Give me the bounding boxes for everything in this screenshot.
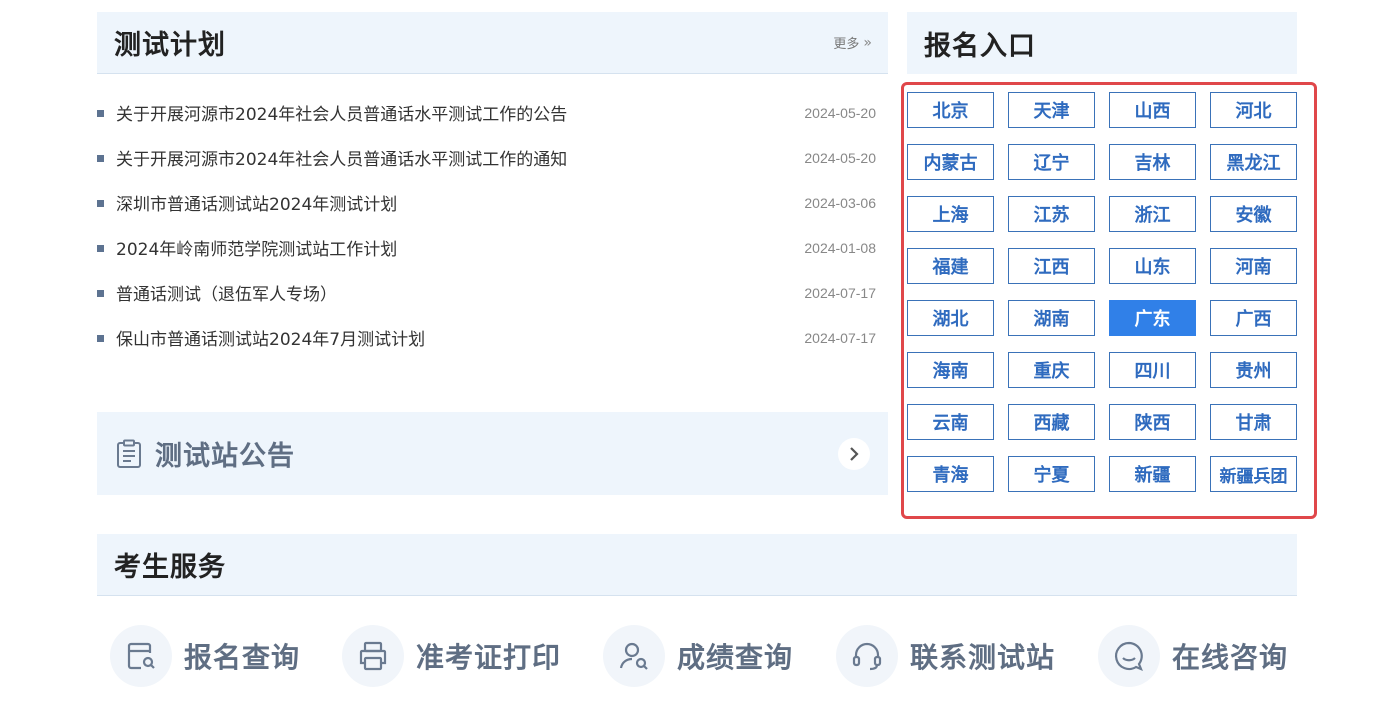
province-button[interactable]: 贵州 (1210, 352, 1297, 388)
news-item-main: 关于开展河源市2024年社会人员普通话水平测试工作的公告 (97, 100, 567, 125)
province-button[interactable]: 湖南 (1008, 300, 1095, 336)
news-title[interactable]: 关于开展河源市2024年社会人员普通话水平测试工作的公告 (116, 100, 567, 125)
test-plan-title: 测试计划 (114, 30, 226, 61)
more-link-label: 更多 (833, 37, 860, 52)
news-title[interactable]: 普通话测试（退伍军人专场） (116, 280, 337, 305)
news-title[interactable]: 2024年岭南师范学院测试站工作计划 (116, 235, 397, 260)
province-button[interactable]: 天津 (1008, 92, 1095, 128)
bullet-icon (97, 335, 104, 342)
clipboard-icon (117, 439, 141, 468)
announcement-title: 测试站公告 (155, 441, 295, 472)
double-chevron-right-icon: » (863, 34, 872, 51)
news-title[interactable]: 保山市普通话测试站2024年7月测试计划 (116, 325, 425, 350)
user-search-icon (603, 625, 665, 687)
province-button[interactable]: 云南 (907, 404, 994, 440)
chat-icon (1098, 625, 1160, 687)
bullet-icon (97, 155, 104, 162)
test-plan-panel: 测试计划 更多 » 关于开展河源市2024年社会人员普通话水平测试工作的公告 20… (97, 12, 888, 360)
province-button[interactable]: 湖北 (907, 300, 994, 336)
service-score-query[interactable]: 成绩查询 (603, 625, 793, 687)
province-button[interactable]: 山东 (1109, 248, 1196, 284)
news-item[interactable]: 保山市普通话测试站2024年7月测试计划 2024-07-17 (97, 315, 888, 360)
province-button[interactable]: 江西 (1008, 248, 1095, 284)
registration-header: 报名入口 (907, 12, 1297, 74)
chevron-right-icon (850, 447, 859, 461)
province-button[interactable]: 陕西 (1109, 404, 1196, 440)
province-button[interactable]: 青海 (907, 456, 994, 492)
service-label: 准考证打印 (416, 641, 562, 674)
province-button[interactable]: 内蒙古 (907, 144, 994, 180)
news-date: 2024-07-17 (804, 284, 876, 301)
province-button[interactable]: 吉林 (1109, 144, 1196, 180)
province-button[interactable]: 江苏 (1008, 196, 1095, 232)
registration-query-icon (110, 625, 172, 687)
province-button[interactable]: 宁夏 (1008, 456, 1095, 492)
province-button[interactable]: 北京 (907, 92, 994, 128)
province-grid: 北京 天津 山西 河北内蒙古 辽宁 吉林 黑龙江上海 江苏 浙江 安徽福建 江西 山东 河南湖北 湖南 广东… (907, 92, 1297, 492)
service-contact-station[interactable]: 联系测试站 (836, 625, 1055, 687)
headset-icon (836, 625, 898, 687)
news-item-main: 普通话测试（退伍军人专场） (97, 280, 337, 305)
news-item-main: 保山市普通话测试站2024年7月测试计划 (97, 325, 425, 350)
services-header: 考生服务 (97, 534, 1297, 596)
news-item[interactable]: 深圳市普通话测试站2024年测试计划 2024-03-06 (97, 180, 888, 225)
province-button[interactable]: 广东 (1109, 300, 1196, 336)
news-title[interactable]: 关于开展河源市2024年社会人员普通话水平测试工作的通知 (116, 145, 567, 170)
news-item-main: 关于开展河源市2024年社会人员普通话水平测试工作的通知 (97, 145, 567, 170)
bullet-icon (97, 200, 104, 207)
news-date: 2024-07-17 (804, 329, 876, 346)
bullet-icon (97, 245, 104, 252)
news-date: 2024-05-20 (804, 104, 876, 121)
printer-icon (342, 625, 404, 687)
province-button[interactable]: 甘肃 (1210, 404, 1297, 440)
province-button[interactable]: 浙江 (1109, 196, 1196, 232)
announcement-bar[interactable]: 测试站公告 (97, 412, 888, 495)
service-registration-query[interactable]: 报名查询 (110, 625, 300, 687)
service-admission-ticket-print[interactable]: 准考证打印 (342, 625, 561, 687)
services-title: 考生服务 (114, 552, 226, 583)
test-plan-header: 测试计划 更多 » (97, 12, 888, 74)
province-button[interactable]: 福建 (907, 248, 994, 284)
news-item-main: 2024年岭南师范学院测试站工作计划 (97, 235, 397, 260)
province-button[interactable]: 西藏 (1008, 404, 1095, 440)
service-online-consult[interactable]: 在线咨询 (1098, 625, 1288, 687)
test-plan-list: 关于开展河源市2024年社会人员普通话水平测试工作的公告 2024-05-20 关于… (97, 90, 888, 360)
province-button[interactable]: 重庆 (1008, 352, 1095, 388)
province-button[interactable]: 安徽 (1210, 196, 1297, 232)
news-date: 2024-05-20 (804, 149, 876, 166)
registration-title: 报名入口 (924, 30, 1036, 62)
news-item[interactable]: 关于开展河源市2024年社会人员普通话水平测试工作的公告 2024-05-20 (97, 90, 888, 135)
news-date: 2024-03-06 (804, 194, 876, 211)
service-label: 报名查询 (184, 641, 301, 674)
news-date: 2024-01-08 (804, 239, 876, 256)
news-title[interactable]: 深圳市普通话测试站2024年测试计划 (116, 190, 397, 215)
announcement-arrow-button[interactable] (838, 438, 870, 470)
province-button[interactable]: 海南 (907, 352, 994, 388)
news-item[interactable]: 普通话测试（退伍军人专场） 2024-07-17 (97, 270, 888, 315)
news-item-main: 深圳市普通话测试站2024年测试计划 (97, 190, 397, 215)
province-button[interactable]: 黑龙江 (1210, 144, 1297, 180)
news-item[interactable]: 2024年岭南师范学院测试站工作计划 2024-01-08 (97, 225, 888, 270)
province-button[interactable]: 广西 (1210, 300, 1297, 336)
services-row: 报名查询 准考证打印 成绩查询 联系测试站 在线咨询 (0, 625, 1389, 689)
service-label: 成绩查询 (677, 641, 794, 674)
province-button[interactable]: 河北 (1210, 92, 1297, 128)
province-button[interactable]: 四川 (1109, 352, 1196, 388)
bullet-icon (97, 110, 104, 117)
province-button[interactable]: 山西 (1109, 92, 1196, 128)
news-item[interactable]: 关于开展河源市2024年社会人员普通话水平测试工作的通知 2024-05-20 (97, 135, 888, 180)
province-button[interactable]: 新疆 (1109, 456, 1196, 492)
more-link[interactable]: 更多 » (833, 33, 872, 53)
service-label: 联系测试站 (910, 641, 1056, 674)
service-label: 在线咨询 (1172, 641, 1289, 674)
province-button[interactable]: 新疆兵团 (1210, 456, 1297, 492)
bullet-icon (97, 290, 104, 297)
province-button[interactable]: 上海 (907, 196, 994, 232)
province-button[interactable]: 河南 (1210, 248, 1297, 284)
province-button[interactable]: 辽宁 (1008, 144, 1095, 180)
